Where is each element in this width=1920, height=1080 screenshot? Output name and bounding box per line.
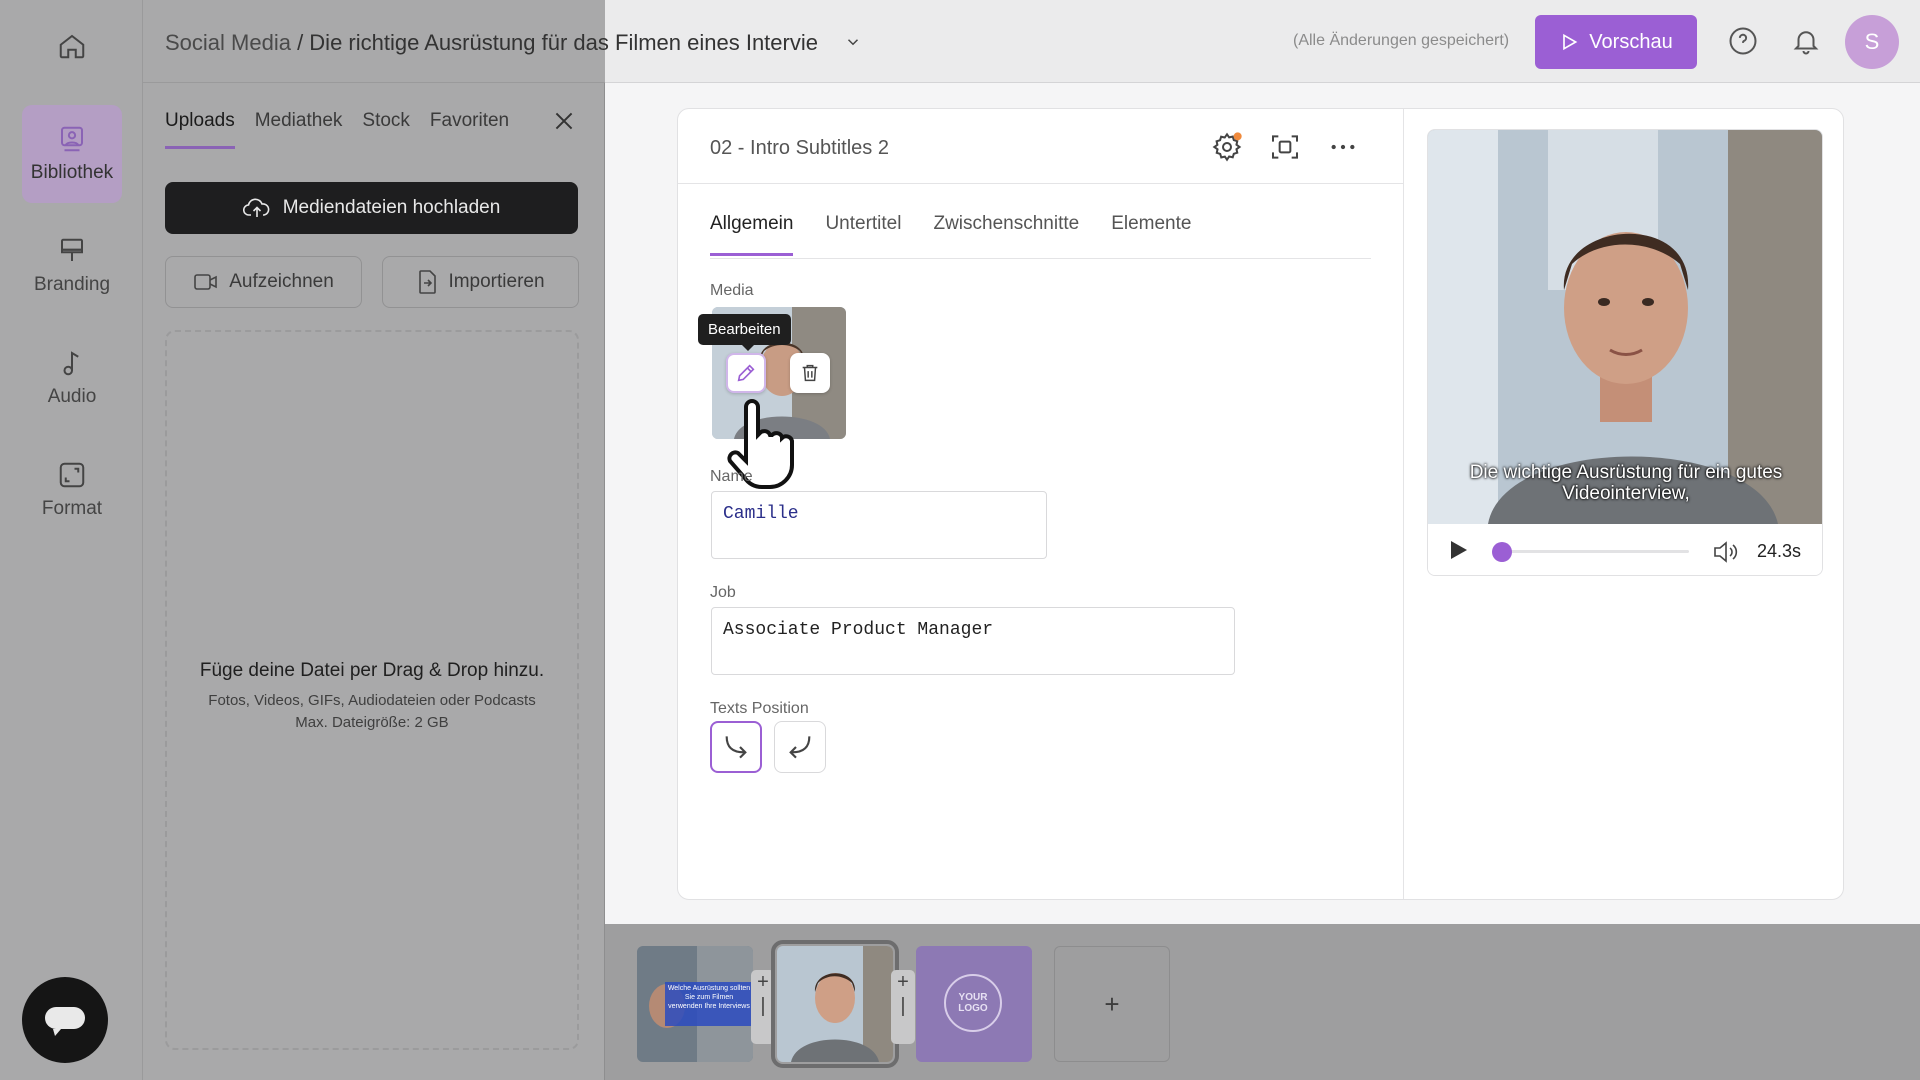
tab-stock[interactable]: Stock <box>362 110 410 149</box>
bell-icon[interactable] <box>1791 26 1823 58</box>
help-icon[interactable] <box>1728 26 1760 58</box>
chat-button[interactable] <box>22 977 108 1063</box>
card-vertical-divider <box>1403 109 1404 899</box>
scene-1-caption: Welche Ausrüstung sollten Sie zum Filmen… <box>667 985 751 1010</box>
video-controls: 24.3s <box>1428 524 1822 575</box>
tab-uploads[interactable]: Uploads <box>165 110 235 149</box>
tab-untertitel[interactable]: Untertitel <box>825 213 901 256</box>
video-camera-icon <box>194 274 218 290</box>
tabs-divider <box>710 258 1371 259</box>
name-label: Name <box>710 468 753 485</box>
card-header-divider <box>678 183 1404 184</box>
tab-elemente[interactable]: Elemente <box>1111 213 1191 256</box>
media-label: Media <box>710 282 754 299</box>
record-button[interactable]: Aufzeichnen <box>165 256 362 308</box>
seek-track[interactable] <box>1496 550 1689 553</box>
scene-timeline: Welche Ausrüstung sollten Sie zum Filmen… <box>605 924 1920 1080</box>
add-scene-button[interactable]: + <box>1054 946 1170 1062</box>
import-label: Importieren <box>448 271 545 292</box>
chevron-down-icon[interactable] <box>844 31 862 57</box>
nav-label: Branding <box>33 274 111 295</box>
upload-dropzone[interactable]: Füge deine Datei per Drag & Drop hinzu. … <box>165 330 579 1050</box>
breadcrumb-separator: / <box>290 30 310 55</box>
format-icon <box>59 462 85 488</box>
dropzone-title: Füge deine Datei per Drag & Drop hinzu. <box>199 660 545 681</box>
breadcrumb: Social Media / Die richtige Ausrüstung f… <box>165 30 862 57</box>
video-duration: 24.3s <box>1757 541 1802 561</box>
position-left-button[interactable] <box>710 721 762 773</box>
job-field[interactable]: Associate Product Manager <box>711 607 1235 675</box>
preview-button[interactable]: Vorschau <box>1535 15 1697 69</box>
delete-media-button[interactable] <box>790 353 830 393</box>
record-label: Aufzeichnen <box>229 271 334 292</box>
scene-thumbnail-3[interactable]: YOUR LOGO <box>916 946 1032 1062</box>
editor-tabs: Allgemein Untertitel Zwischenschnitte El… <box>710 213 1191 256</box>
tab-zwischenschnitte[interactable]: Zwischenschnitte <box>933 213 1079 256</box>
music-note-icon <box>63 351 79 376</box>
scene-editor-card: 02 - Intro Subtitles 2 Allgemein Unterti… <box>677 108 1844 900</box>
nav-label: Format <box>41 498 103 519</box>
logo-placeholder: YOUR LOGO <box>944 974 1002 1032</box>
edit-media-button[interactable] <box>726 353 766 393</box>
cloud-upload-icon <box>242 198 270 217</box>
nav-label: Audio <box>47 386 97 407</box>
job-label: Job <box>710 584 736 601</box>
left-nav-rail: Bibliothek Branding Audio Format <box>0 0 143 1080</box>
nav-item-bibliothek[interactable]: Bibliothek <box>22 105 122 203</box>
insert-scene-button[interactable]: + | <box>751 970 775 1044</box>
tab-allgemein[interactable]: Allgemein <box>710 213 794 256</box>
chat-icon <box>45 1007 85 1036</box>
volume-icon[interactable] <box>1712 539 1740 570</box>
breadcrumb-social-media[interactable]: Social Media <box>165 30 291 55</box>
texts-position-label: Texts Position <box>710 700 809 717</box>
focus-frame-icon[interactable] <box>1269 131 1303 165</box>
arrow-curve-left-icon <box>789 736 811 759</box>
import-button[interactable]: Importieren <box>382 256 579 308</box>
seek-handle[interactable] <box>1491 542 1512 562</box>
nav-label: Bibliothek <box>30 162 114 183</box>
brush-icon <box>61 238 83 261</box>
trash-icon <box>802 364 818 382</box>
name-field[interactable]: Camille <box>711 491 1047 559</box>
position-right-button[interactable] <box>774 721 826 773</box>
import-icon <box>419 270 437 294</box>
upload-label: Mediendateien hochladen <box>282 197 501 218</box>
more-options-icon[interactable] <box>1327 131 1361 165</box>
insert-scene-button[interactable]: + | <box>891 970 915 1044</box>
avatar[interactable]: S <box>1845 15 1899 69</box>
settings-gear-icon[interactable] <box>1211 131 1245 165</box>
preview-label: Vorschau <box>1589 30 1673 53</box>
nav-item-branding[interactable]: Branding <box>22 217 122 315</box>
tab-mediathek[interactable]: Mediathek <box>255 110 343 149</box>
video-subtitle: Die wichtige Ausrüstung für ein gutes Vi… <box>1469 462 1783 504</box>
close-icon[interactable] <box>551 108 581 138</box>
nav-item-format[interactable]: Format <box>22 441 122 539</box>
scene-thumbnail-2[interactable] <box>771 940 899 1068</box>
save-status: (Alle Änderungen gespeichert) <box>1293 32 1510 49</box>
edit-tooltip: Bearbeiten <box>698 314 791 351</box>
scene-thumbnail-1[interactable]: Welche Ausrüstung sollten Sie zum Filmen… <box>637 946 753 1062</box>
tab-favoriten[interactable]: Favoriten <box>430 110 509 149</box>
dropzone-size: Max. Dateigröße: 2 GB <box>295 714 449 731</box>
video-frame[interactable]: Die wichtige Ausrüstung für ein gutes Vi… <box>1428 130 1822 524</box>
video-preview: Die wichtige Ausrüstung für ein gutes Vi… <box>1427 129 1823 576</box>
home-icon[interactable] <box>52 26 92 66</box>
play-icon[interactable] <box>1446 538 1470 567</box>
top-bar: Social Media / Die richtige Ausrüstung f… <box>143 0 1920 83</box>
nav-item-audio[interactable]: Audio <box>22 329 122 427</box>
project-title[interactable]: Die richtige Ausrüstung für das Filmen e… <box>309 30 818 55</box>
pencil-icon <box>737 364 755 382</box>
library-icon <box>61 126 83 152</box>
library-tabs: Uploads Mediathek Stock Favoriten <box>165 110 509 149</box>
upload-media-button[interactable]: Mediendateien hochladen <box>165 182 578 234</box>
scene-title: 02 - Intro Subtitles 2 <box>710 137 889 159</box>
library-panel: Uploads Mediathek Stock Favoriten Medien… <box>143 83 605 1080</box>
dropzone-types: Fotos, Videos, GIFs, Audiodateien oder P… <box>208 692 536 709</box>
arrow-curve-right-icon <box>725 736 747 759</box>
play-icon <box>1563 33 1578 51</box>
dropzone-hint: Fotos, Videos, GIFs, Audiodateien oder P… <box>167 690 577 734</box>
